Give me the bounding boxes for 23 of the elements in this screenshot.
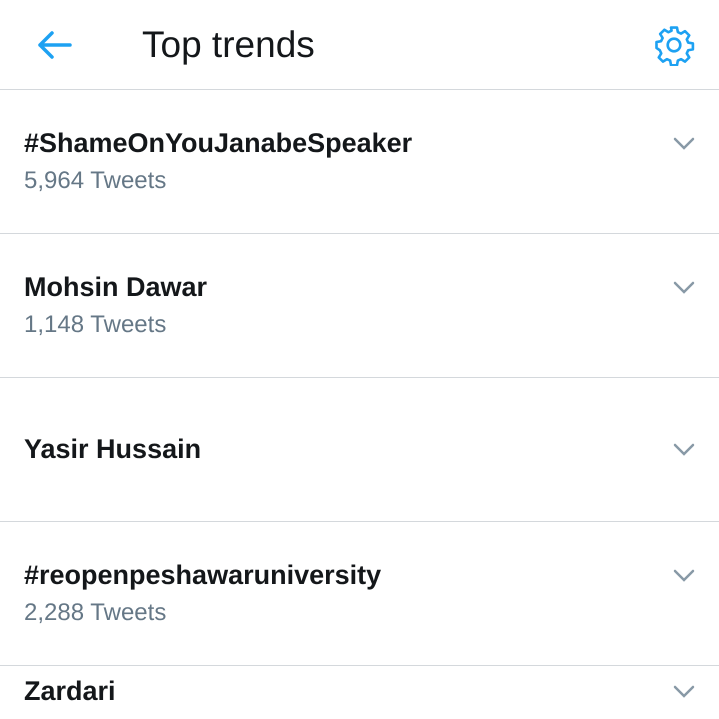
tweet-count: 2,288 Tweets (24, 599, 168, 627)
tweet-count: 1,148 Tweets (24, 311, 168, 339)
trend-name: Mohsin Dawar (24, 272, 208, 303)
trend-name: Zardari (24, 676, 116, 707)
trend-row[interactable]: Mohsin Dawar 1,148 Tweets (0, 234, 719, 378)
settings-button[interactable] (653, 24, 695, 66)
tweet-count: 5,964 Tweets (24, 167, 168, 195)
trend-name: Yasir Hussain (24, 434, 202, 465)
chevron-down-icon[interactable] (673, 280, 695, 294)
chevron-down-icon[interactable] (673, 442, 695, 456)
trend-row[interactable]: #ShameOnYouJanabeSpeaker 5,964 Tweets (0, 90, 719, 234)
chevron-down-icon[interactable] (673, 568, 695, 582)
chevron-down-icon[interactable] (673, 136, 695, 150)
settings-icon (653, 24, 695, 66)
trend-row[interactable]: #reopenpeshawaruniversity 2,288 Tweets (0, 522, 719, 666)
trend-row[interactable]: Zardari (0, 666, 719, 719)
back-arrow-icon (36, 30, 72, 60)
trend-row[interactable]: Yasir Hussain (0, 378, 719, 522)
trend-name: #reopenpeshawaruniversity (24, 560, 382, 591)
chevron-down-icon[interactable] (673, 684, 695, 698)
trend-name: #ShameOnYouJanabeSpeaker (24, 128, 412, 159)
page-title: Top trends (142, 24, 316, 66)
back-button[interactable] (36, 30, 72, 60)
